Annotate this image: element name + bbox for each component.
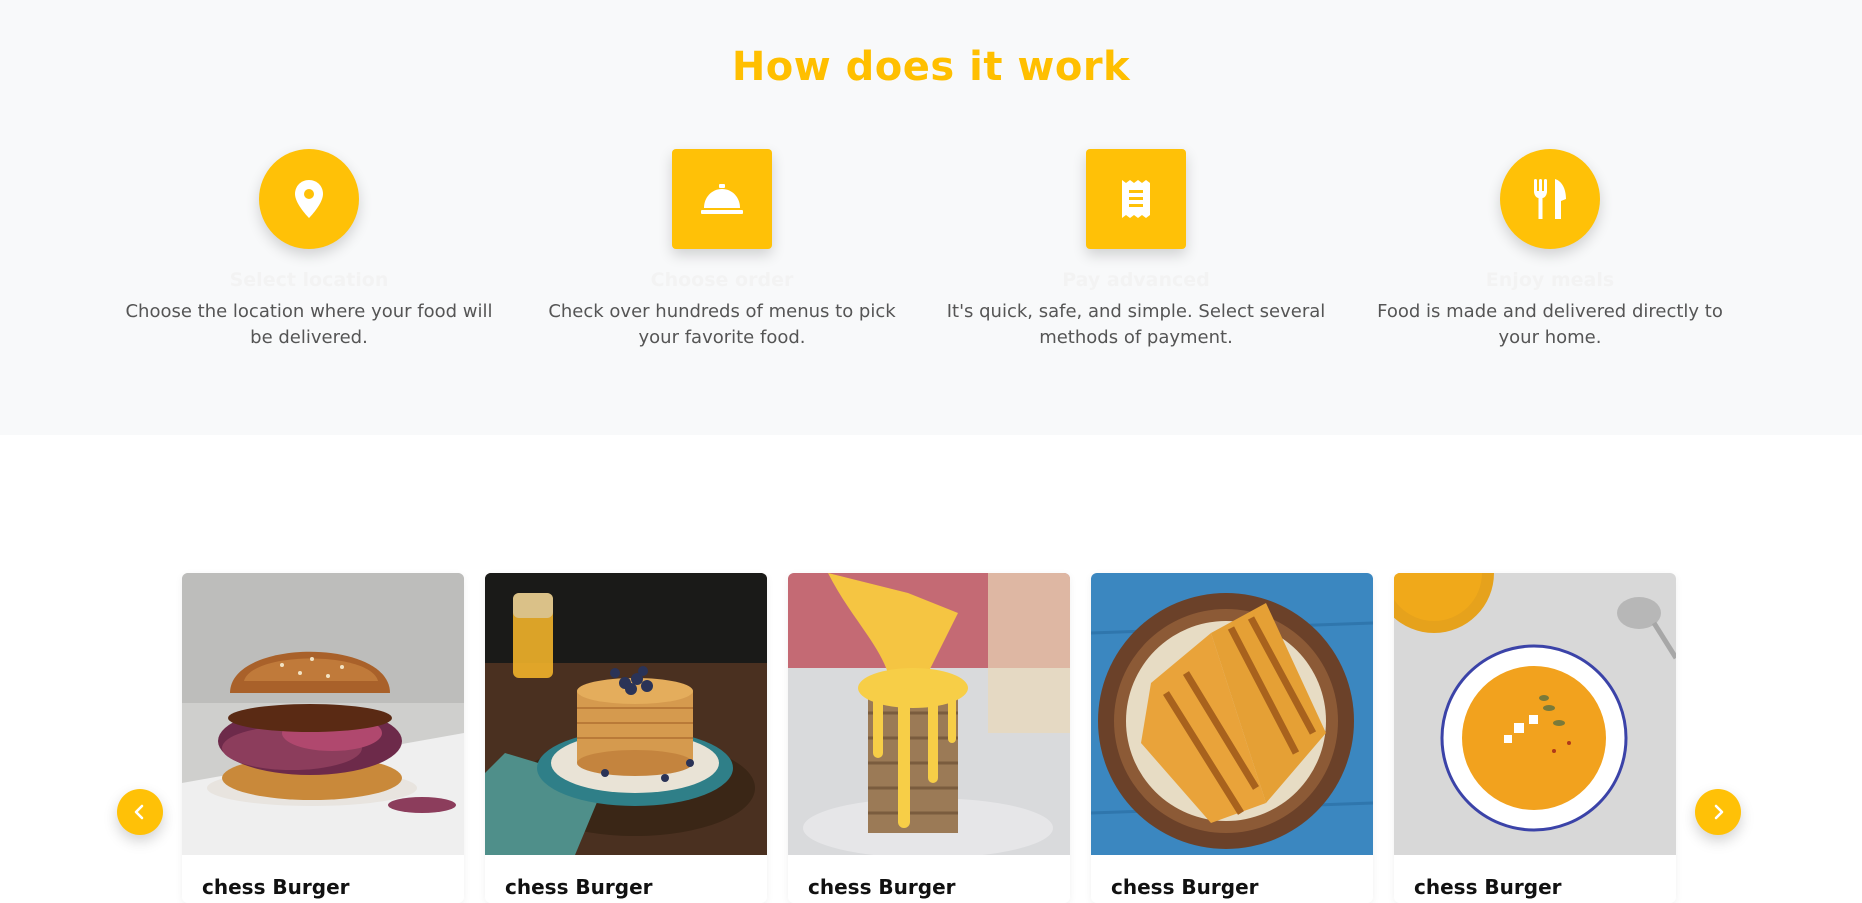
step-title: Pay advanced <box>1062 269 1210 291</box>
step-select-location: Select location Choose the location wher… <box>119 149 499 351</box>
burger-photo <box>182 573 464 855</box>
card-title: chess Burger <box>202 875 350 899</box>
step-pay-advanced: Pay advanced It's quick, safe, and simpl… <box>946 149 1326 351</box>
receipt-icon <box>1086 149 1186 249</box>
step-description: Check over hundreds of menus to pick you… <box>548 301 896 348</box>
step-title: Enjoy meals <box>1485 269 1615 291</box>
step-title: Choose order <box>650 269 794 291</box>
step-title: Select location <box>229 269 389 291</box>
step-description: Choose the location where your food will… <box>125 301 493 348</box>
honey-pancakes-photo <box>788 573 1070 855</box>
carousel-next-button[interactable] <box>1695 789 1741 835</box>
step-choose-order: Choose order Check over hundreds of menu… <box>532 149 912 351</box>
grilled-sandwich-photo <box>1091 573 1373 855</box>
card-title: chess Burger <box>1111 875 1259 899</box>
food-card[interactable]: chess Burger <box>485 573 767 903</box>
food-card[interactable]: chess Burger <box>182 573 464 903</box>
step-enjoy-meals: Enjoy meals Food is made and delivered d… <box>1360 149 1740 351</box>
chevron-left-icon <box>134 804 144 820</box>
map-pin-icon <box>259 149 359 249</box>
card-title: chess Burger <box>808 875 956 899</box>
chevron-right-icon <box>1714 804 1724 820</box>
blueberry-pancakes-photo <box>485 573 767 855</box>
card-title: chess Burger <box>1414 875 1562 899</box>
service-bell-icon <box>672 149 772 249</box>
step-description: Food is made and delivered directly to y… <box>1377 301 1723 348</box>
section-title: How does it work <box>731 44 1131 90</box>
how-it-works-section: How does it work Select location Choose … <box>0 0 1862 435</box>
food-card[interactable]: chess Burger <box>1394 573 1676 903</box>
step-description: It's quick, safe, and simple. Select sev… <box>946 301 1326 348</box>
utensils-icon <box>1500 149 1600 249</box>
pumpkin-soup-photo <box>1394 573 1676 855</box>
food-card[interactable]: chess Burger <box>1091 573 1373 903</box>
food-carousel: chess Burger chess Burger chess Burger c… <box>0 435 1862 903</box>
carousel-prev-button[interactable] <box>117 789 163 835</box>
card-title: chess Burger <box>505 875 653 899</box>
food-card[interactable]: chess Burger <box>788 573 1070 903</box>
